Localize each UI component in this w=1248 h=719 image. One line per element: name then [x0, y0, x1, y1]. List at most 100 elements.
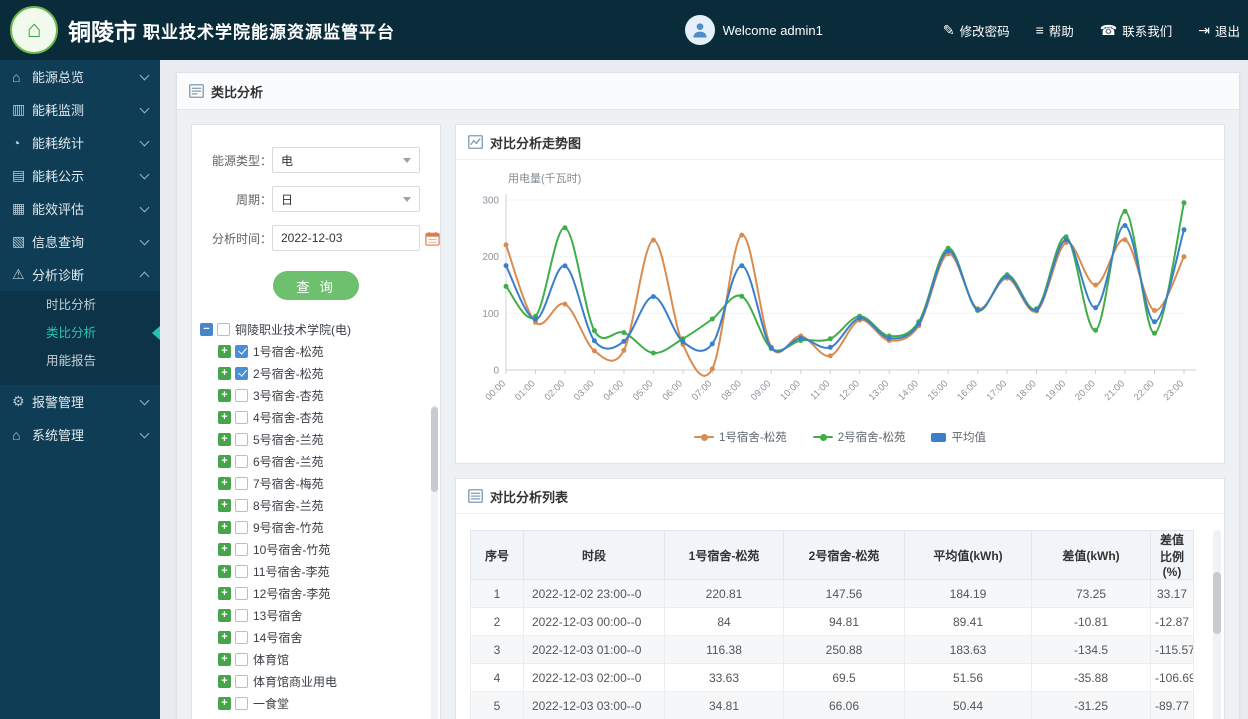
tree-node[interactable]: +二食堂 [218, 714, 440, 719]
tree-checkbox[interactable] [235, 344, 248, 358]
expand-icon[interactable]: + [218, 498, 231, 512]
tree-checkbox[interactable] [235, 454, 248, 468]
period-select[interactable]: 日 [272, 186, 420, 212]
tree-checkbox[interactable] [235, 388, 248, 402]
expand-icon[interactable]: + [218, 674, 231, 688]
tree-root-row[interactable]: − 铜陵职业技术学院(电) [200, 318, 440, 340]
sidebar-item-info-query[interactable]: ▧ 信息查询 [0, 225, 160, 258]
tree-node[interactable]: +2号宿舍-松苑 [218, 362, 440, 384]
line-chart-icon [468, 135, 483, 149]
expand-icon[interactable]: + [218, 344, 231, 358]
legend-item[interactable]: 平均值 [931, 429, 986, 445]
tree-node[interactable]: +10号宿舍-竹苑 [218, 538, 440, 560]
tree-checkbox[interactable] [235, 410, 248, 424]
query-button[interactable]: 查 询 [273, 271, 359, 300]
tree-node[interactable]: +4号宿舍-杏苑 [218, 406, 440, 428]
tree-checkbox[interactable] [235, 432, 248, 446]
sidebar-item-consumption-monitoring[interactable]: ▥ 能耗监测 [0, 93, 160, 126]
help-button[interactable]: ≡ 帮助 [1036, 21, 1074, 40]
calendar-icon[interactable] [425, 231, 440, 246]
legend-item[interactable]: 2号宿舍-松苑 [812, 429, 905, 445]
tree-node[interactable]: +11号宿舍-李苑 [218, 560, 440, 582]
expand-icon[interactable]: + [218, 388, 231, 402]
expand-icon[interactable]: + [218, 432, 231, 446]
expand-icon[interactable]: + [218, 586, 231, 600]
table-scrollbar[interactable] [1213, 530, 1221, 719]
expand-icon[interactable]: + [218, 520, 231, 534]
table-row[interactable]: 5 2022-12-03 03:00--0 34.81 66.06 50.44 -31.2… [470, 691, 1194, 719]
expand-icon[interactable]: + [218, 652, 231, 666]
alert-icon: ⚠ [12, 266, 25, 282]
logo-house-icon: ⌂ [26, 16, 42, 43]
tree-node[interactable]: +3号宿舍-杏苑 [218, 384, 440, 406]
logout-button[interactable]: ⇥ 退出 [1198, 21, 1240, 40]
table-scrollbar-thumb[interactable] [1213, 572, 1221, 634]
expand-icon[interactable]: + [218, 542, 231, 556]
expand-icon[interactable]: + [218, 564, 231, 578]
analysis-date-input[interactable]: 2022-12-03 [272, 225, 420, 251]
sidebar-item-consumption-publicity[interactable]: ▤ 能耗公示 [0, 159, 160, 192]
tree-node[interactable]: +13号宿舍 [218, 604, 440, 626]
table-header-cell[interactable]: 平均值(kWh) [904, 530, 1032, 580]
tree-node-label: 3号宿舍-杏苑 [253, 388, 324, 403]
tree-node[interactable]: +8号宿舍-兰苑 [218, 494, 440, 516]
expand-icon[interactable]: + [218, 630, 231, 644]
tree-node[interactable]: +1号宿舍-松苑 [218, 340, 440, 362]
table-row[interactable]: 1 2022-12-02 23:00--0 220.81 147.56 184.19 73… [470, 579, 1194, 608]
tree-checkbox[interactable] [235, 608, 248, 622]
tree-node[interactable]: +12号宿舍-李苑 [218, 582, 440, 604]
expand-icon[interactable]: + [218, 454, 231, 468]
expand-icon[interactable]: + [218, 366, 231, 380]
tree-checkbox[interactable] [235, 564, 248, 578]
table-header-cell[interactable]: 时段 [523, 530, 665, 580]
tree-scrollbar-thumb[interactable] [431, 407, 438, 492]
table-row[interactable]: 2 2022-12-03 00:00--0 84 94.81 89.41 -10.81 -1… [470, 607, 1194, 636]
tree-checkbox[interactable] [235, 696, 248, 710]
sidebar-subitem-analogy-analysis[interactable]: 类比分析 [0, 319, 160, 347]
change-password-button[interactable]: ✎ 修改密码 [943, 21, 1010, 40]
expand-icon[interactable]: + [218, 476, 231, 490]
tree-node[interactable]: +14号宿舍 [218, 626, 440, 648]
tree-checkbox[interactable] [235, 542, 248, 556]
sidebar-subitem-time-analysis[interactable]: 时比分析 [0, 291, 160, 319]
sidebar-item-energy-overview[interactable]: ⌂ 能源总览 [0, 60, 160, 93]
collapse-icon[interactable]: − [200, 322, 213, 336]
tree-checkbox[interactable] [235, 674, 248, 688]
sidebar-item-system-management[interactable]: ⌂ 系统管理 [0, 418, 160, 451]
table-header-cell[interactable]: 差值比例(%) [1150, 530, 1194, 580]
sidebar-item-analysis-diagnosis[interactable]: ⚠ 分析诊断 [0, 258, 160, 291]
table-header-cell[interactable]: 差值(kWh) [1031, 530, 1151, 580]
tree-node[interactable]: + 一食堂 [218, 692, 440, 714]
tree-checkbox[interactable] [235, 630, 248, 644]
user-welcome[interactable]: Welcome admin1 [684, 15, 823, 45]
tree-checkbox[interactable] [235, 586, 248, 600]
sidebar-item-efficiency-evaluation[interactable]: ▦ 能效评估 [0, 192, 160, 225]
table-row[interactable]: 3 2022-12-03 01:00--0 116.38 250.88 183.63 -1… [470, 635, 1194, 664]
table-header-cell[interactable]: 1号宿舍-松苑 [664, 530, 784, 580]
sidebar-subitem-energy-report[interactable]: 用能报告 [0, 347, 160, 375]
table-row[interactable]: 4 2022-12-03 02:00--0 33.63 69.5 51.56 -35.88… [470, 663, 1194, 692]
expand-icon[interactable]: + [218, 608, 231, 622]
tree-node[interactable]: + 体育馆商业用电 [218, 670, 440, 692]
tree-node[interactable]: +7号宿舍-梅苑 [218, 472, 440, 494]
tree-checkbox[interactable] [235, 476, 248, 490]
tree-checkbox[interactable] [235, 520, 248, 534]
table-header-cell[interactable]: 序号 [470, 530, 524, 580]
tree-checkbox[interactable] [235, 652, 248, 666]
expand-icon[interactable]: + [218, 696, 231, 710]
sidebar-item-alarm-management[interactable]: ⚙ 报警管理 [0, 385, 160, 418]
tree-node[interactable]: + 体育馆 [218, 648, 440, 670]
contact-us-button[interactable]: ☎ 联系我们 [1100, 21, 1172, 40]
legend-item[interactable]: 1号宿舍-松苑 [694, 429, 787, 445]
tree-scrollbar[interactable] [431, 405, 438, 719]
tree-root-checkbox[interactable] [217, 322, 230, 336]
tree-node[interactable]: +6号宿舍-兰苑 [218, 450, 440, 472]
table-header-cell[interactable]: 2号宿舍-松苑 [783, 530, 905, 580]
tree-node[interactable]: +9号宿舍-竹苑 [218, 516, 440, 538]
tree-checkbox[interactable] [235, 366, 248, 380]
sidebar-item-consumption-statistics[interactable]: ◔ 能耗统计 [0, 126, 160, 159]
energy-type-select[interactable]: 电 [272, 147, 420, 173]
tree-node[interactable]: +5号宿舍-兰苑 [218, 428, 440, 450]
expand-icon[interactable]: + [218, 410, 231, 424]
tree-checkbox[interactable] [235, 498, 248, 512]
